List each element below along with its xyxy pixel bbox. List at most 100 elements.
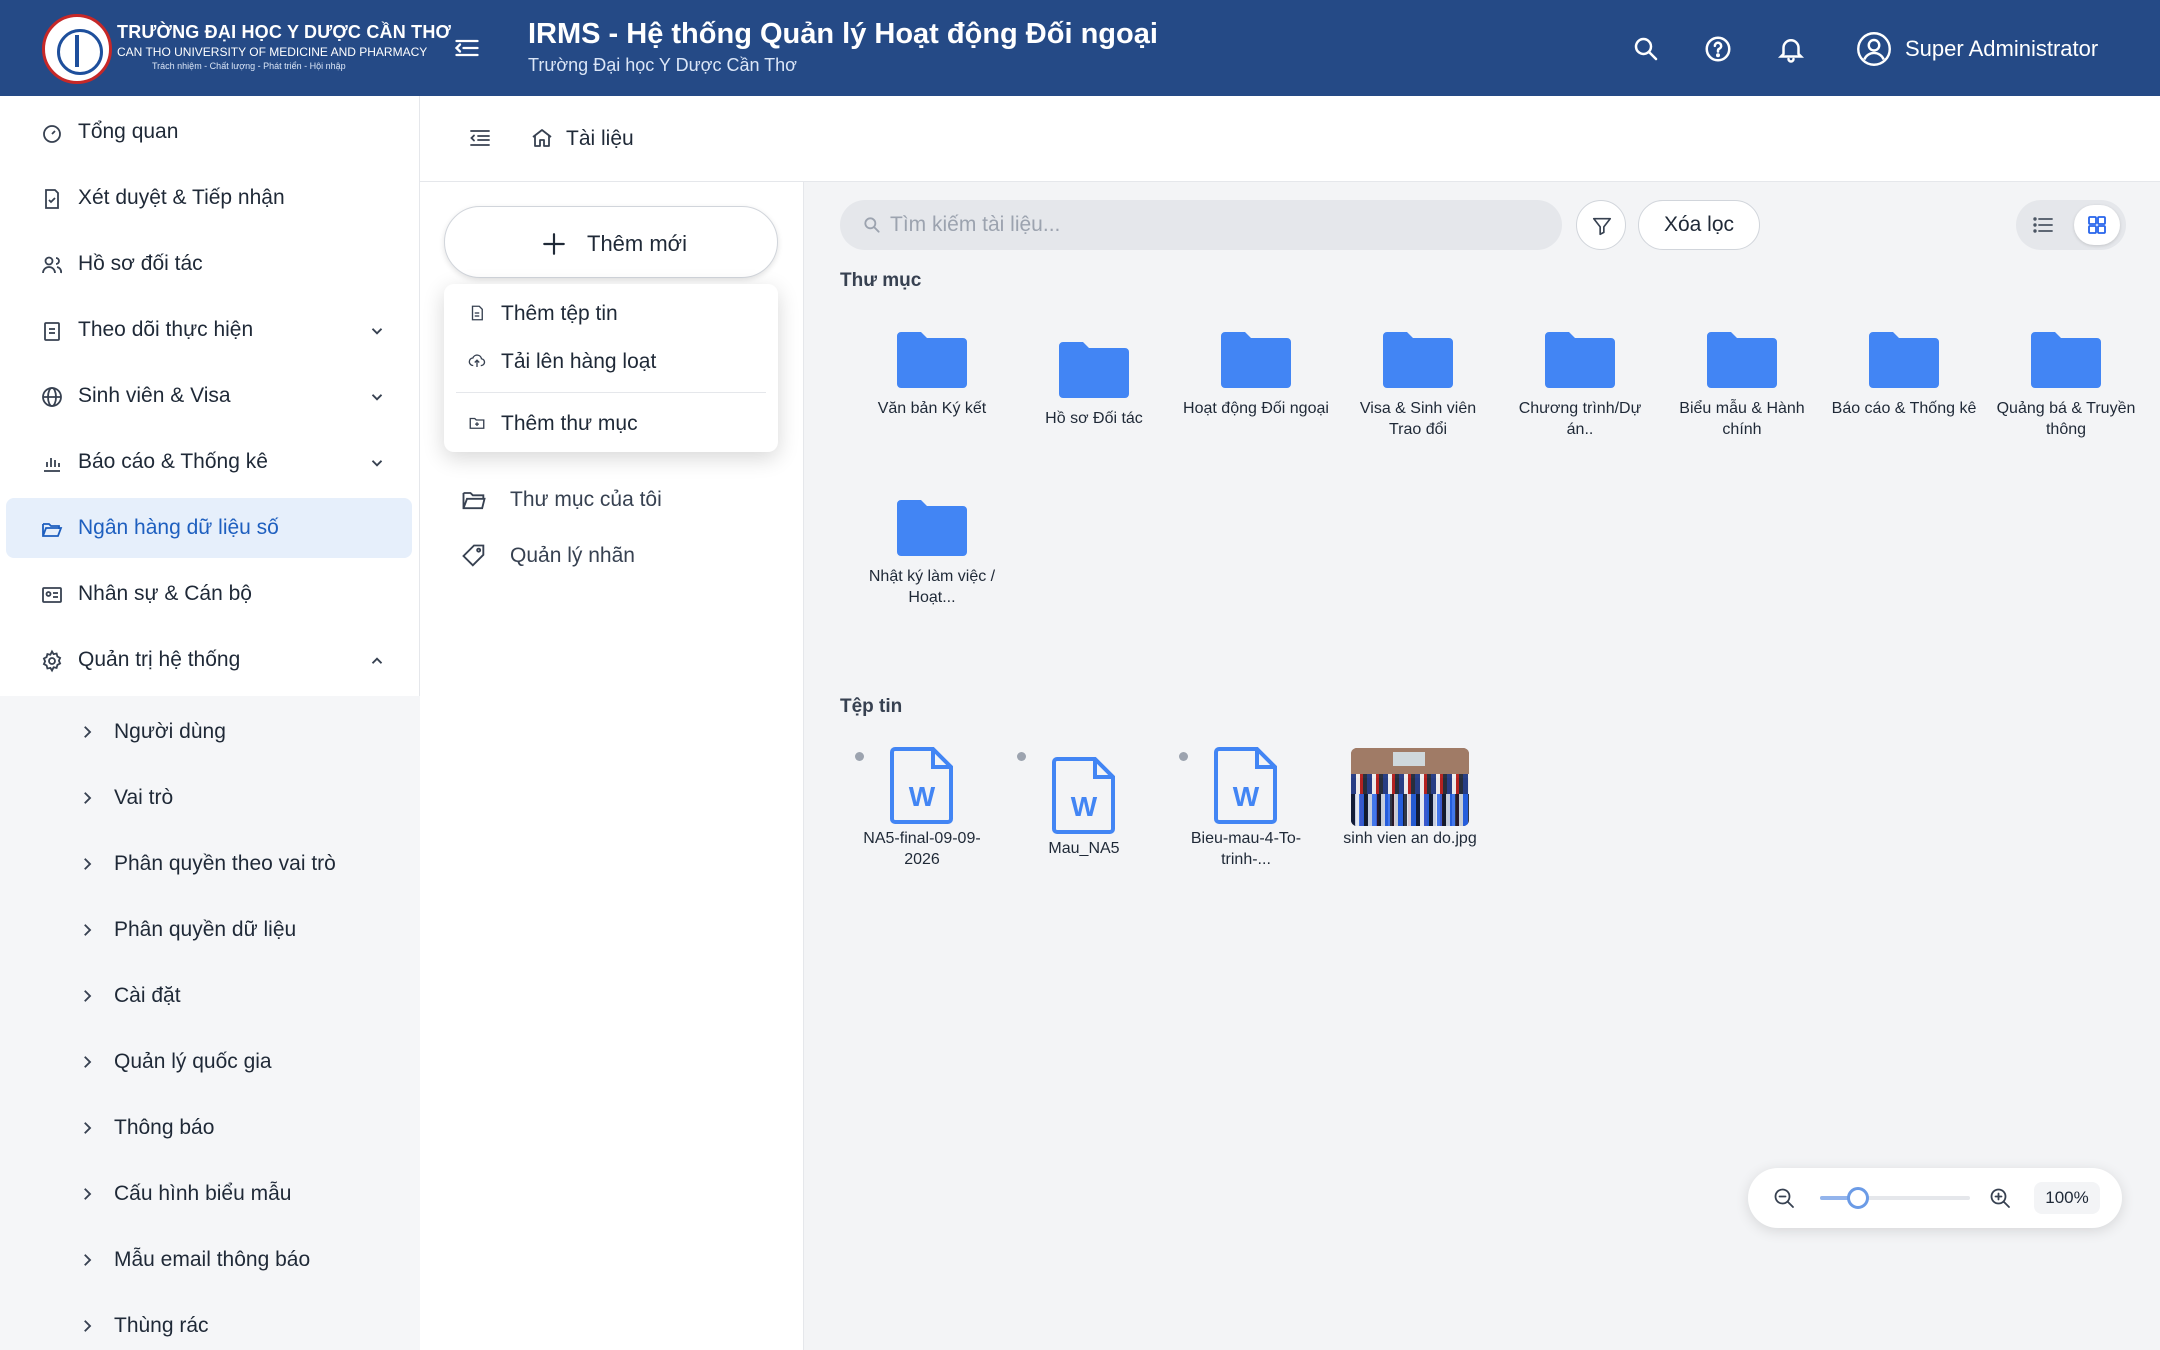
sidebar-subitem-email-templates[interactable]: Mẫu email thông báo bbox=[0, 1232, 420, 1288]
folder-label: Chương trình/Dự án.. bbox=[1518, 400, 1642, 438]
folder-item[interactable]: Chương trình/Dự án.. bbox=[1505, 328, 1655, 478]
sidebar-subitem-data-permissions[interactable]: Phân quyền dữ liệu bbox=[0, 902, 420, 958]
search-icon bbox=[864, 217, 880, 233]
file-label: Mau_NA5 bbox=[1048, 840, 1120, 857]
user-avatar-icon[interactable] bbox=[1856, 31, 1892, 67]
folder-item[interactable]: Visa & Sinh viên Trao đổi bbox=[1343, 328, 1493, 478]
sidebar-item-reports[interactable]: Báo cáo & Thống kê bbox=[6, 432, 412, 492]
folder-label: Hồ sơ Đối tác bbox=[1045, 410, 1143, 427]
list-view-icon[interactable] bbox=[2031, 213, 2055, 237]
bell-icon[interactable] bbox=[1776, 34, 1806, 64]
add-folder-menu-item[interactable]: Thêm thư mục bbox=[444, 402, 778, 446]
users-icon bbox=[42, 256, 62, 274]
zoom-percentage[interactable]: 100% bbox=[2034, 1182, 2100, 1214]
chevron-down-icon[interactable] bbox=[368, 454, 386, 472]
file-item[interactable]: W Bieu-mau-4-To-trinh-... bbox=[1171, 744, 1321, 894]
sidebar-subitem-label: Quản lý quốc gia bbox=[114, 1050, 272, 1073]
plus-icon bbox=[543, 233, 565, 255]
my-folders-item[interactable]: Thư mục của tôi bbox=[460, 480, 780, 520]
add-file-menu-item[interactable]: Thêm tệp tin bbox=[444, 292, 778, 336]
menu-toggle-icon[interactable] bbox=[452, 34, 482, 62]
file-select-dot[interactable] bbox=[1017, 752, 1026, 761]
folder-item[interactable]: Hoạt động Đối ngoại bbox=[1181, 328, 1331, 478]
sidebar-item-label: Nhân sự & Cán bộ bbox=[78, 582, 252, 605]
chevron-right-icon bbox=[84, 1254, 92, 1266]
filter-button[interactable] bbox=[1576, 200, 1626, 250]
sidebar-item-dashboard[interactable]: Tổng quan bbox=[6, 102, 412, 162]
zoom-out-icon[interactable] bbox=[1772, 1186, 1796, 1210]
sidebar-item-label: Sinh viên & Visa bbox=[78, 384, 231, 407]
folder-item[interactable]: Báo cáo & Thống kê bbox=[1829, 328, 1979, 478]
folder-icon bbox=[1221, 332, 1291, 388]
sidebar-subitem-label: Thông báo bbox=[114, 1116, 215, 1139]
chevron-right-icon bbox=[84, 1188, 92, 1200]
folder-icon bbox=[1059, 342, 1129, 398]
folder-label: Báo cáo & Thống kê bbox=[1831, 400, 1977, 417]
sidebar-item-label: Báo cáo & Thống kê bbox=[78, 450, 268, 473]
add-file-label: Thêm tệp tin bbox=[501, 302, 618, 325]
folder-icon bbox=[1545, 332, 1615, 388]
folder-item[interactable]: Nhật ký làm việc / Hoạt... bbox=[857, 496, 1007, 646]
logo-motto: Trách nhiệm - Chất lượng - Phát triển - … bbox=[152, 61, 346, 71]
folder-icon bbox=[897, 500, 967, 556]
file-select-dot[interactable] bbox=[1179, 752, 1188, 761]
image-thumbnail bbox=[1351, 748, 1469, 826]
file-select-dot[interactable] bbox=[855, 752, 864, 761]
folder-icon bbox=[1707, 332, 1777, 388]
search-input[interactable] bbox=[890, 200, 1540, 250]
folder-item[interactable]: Hồ sơ Đối tác bbox=[1019, 338, 1169, 488]
help-icon[interactable] bbox=[1703, 34, 1733, 64]
folder-label: Visa & Sinh viên Trao đổi bbox=[1359, 400, 1477, 438]
sidebar-item-digital-data-bank[interactable]: Ngân hàng dữ liệu số bbox=[6, 498, 412, 558]
sidebar-subitem-label: Phân quyền theo vai trò bbox=[114, 852, 336, 875]
search-bar[interactable] bbox=[840, 200, 1562, 250]
zoom-in-icon[interactable] bbox=[1988, 1186, 2012, 1210]
sidebar-subitem-form-config[interactable]: Cấu hình biểu mẫu bbox=[0, 1166, 420, 1222]
breadcrumb[interactable]: Tài liệu bbox=[566, 127, 634, 151]
sidebar-subitem-users[interactable]: Người dùng bbox=[0, 704, 420, 760]
collapse-panel-icon[interactable] bbox=[468, 126, 492, 150]
filter-icon bbox=[1592, 217, 1612, 236]
sidebar-item-tracking[interactable]: Theo dõi thực hiện bbox=[6, 300, 412, 360]
file-item[interactable]: W Mau_NA5 bbox=[1009, 744, 1159, 894]
folder-label: Văn bản Ký kết bbox=[877, 400, 987, 417]
app-subtitle: Trường Đại học Y Dược Cần Thơ bbox=[528, 55, 797, 75]
sidebar-subitem-countries[interactable]: Quản lý quốc gia bbox=[0, 1034, 420, 1090]
folder-item[interactable]: Biểu mẫu & Hành chính bbox=[1667, 328, 1817, 478]
sidebar-item-label: Hồ sơ đối tác bbox=[78, 252, 203, 275]
clear-filter-button[interactable]: Xóa lọc bbox=[1638, 200, 1760, 250]
chevron-up-icon[interactable] bbox=[368, 652, 386, 670]
sidebar-item-partners[interactable]: Hồ sơ đối tác bbox=[6, 234, 412, 294]
sidebar-item-students-visa[interactable]: Sinh viên & Visa bbox=[6, 366, 412, 426]
add-new-button[interactable]: Thêm mới bbox=[444, 206, 778, 278]
word-file-icon: W bbox=[890, 747, 953, 824]
sidebar-subitem-role-permissions[interactable]: Phân quyền theo vai trò bbox=[0, 836, 420, 892]
sidebar-subitem-trash[interactable]: Thùng rác bbox=[0, 1298, 420, 1350]
sidebar-subitem-roles[interactable]: Vai trò bbox=[0, 770, 420, 826]
chevron-down-icon[interactable] bbox=[368, 322, 386, 340]
file-item[interactable]: W NA5-final-09-09-2026 bbox=[847, 744, 997, 894]
chevron-down-icon[interactable] bbox=[368, 388, 386, 406]
grid-view-button[interactable] bbox=[2074, 205, 2120, 245]
folder-item[interactable]: Quảng bá & Truyền thông bbox=[1991, 328, 2141, 478]
search-icon[interactable] bbox=[1631, 34, 1661, 64]
sidebar-subitem-notifications[interactable]: Thông báo bbox=[0, 1100, 420, 1156]
manage-tags-item[interactable]: Quản lý nhãn bbox=[460, 536, 780, 576]
sidebar-item-staff[interactable]: Nhân sự & Cán bộ bbox=[6, 564, 412, 624]
home-icon[interactable] bbox=[530, 126, 554, 150]
folder-icon bbox=[897, 332, 967, 388]
zoom-slider[interactable] bbox=[1820, 1187, 1970, 1209]
bulk-upload-menu-item[interactable]: Tải lên hàng loạt bbox=[444, 340, 778, 384]
sidebar-item-system-admin[interactable]: Quản trị hệ thống bbox=[6, 630, 412, 690]
sidebar-item-review[interactable]: Xét duyệt & Tiếp nhận bbox=[6, 168, 412, 228]
sidebar-subitem-settings[interactable]: Cài đặt bbox=[0, 968, 420, 1024]
user-name[interactable]: Super Administrator bbox=[1905, 36, 2098, 62]
add-folder-label: Thêm thư mục bbox=[501, 412, 638, 435]
file-label: sinh vien an do.jpg bbox=[1343, 830, 1477, 847]
bulk-upload-label: Tải lên hàng loạt bbox=[501, 350, 657, 373]
folder-item[interactable]: Văn bản Ký kết bbox=[857, 328, 1007, 478]
file-item[interactable]: sinh vien an do.jpg bbox=[1319, 748, 1477, 898]
zoom-slider-thumb[interactable] bbox=[1846, 1187, 1869, 1209]
chevron-right-icon bbox=[84, 990, 92, 1002]
folder-icon bbox=[2031, 332, 2101, 388]
